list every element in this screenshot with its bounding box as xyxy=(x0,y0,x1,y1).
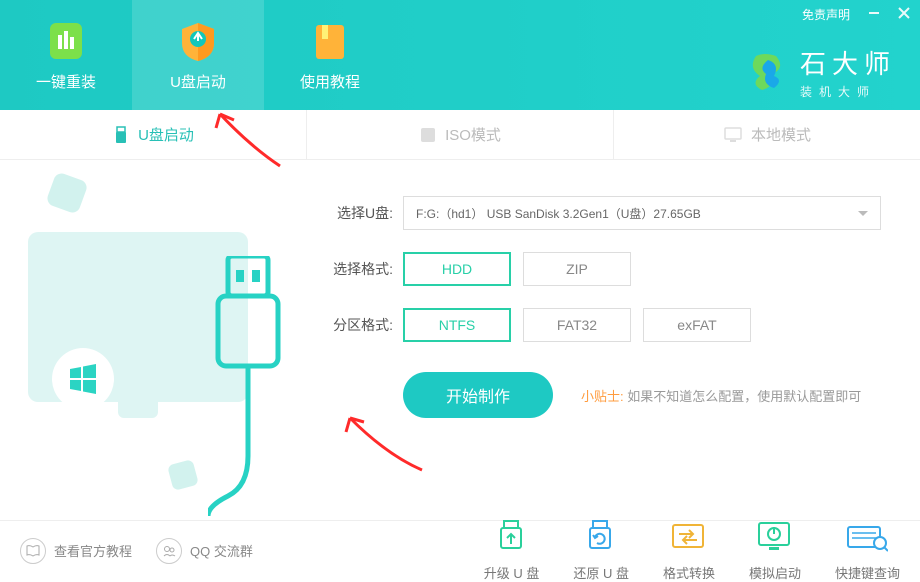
partition-label: 分区格式: xyxy=(315,315,393,335)
start-button[interactable]: 开始制作 xyxy=(403,372,553,418)
mode-tabs: U盘启动 ISO模式 本地模式 xyxy=(0,110,920,160)
tab-usb-boot[interactable]: U盘启动 xyxy=(0,110,307,159)
footer-tutorial-link[interactable]: 查看官方教程 xyxy=(20,538,132,564)
partition-option-fat32[interactable]: FAT32 xyxy=(523,308,631,342)
brand-logo-icon xyxy=(746,50,790,94)
tab-label: ISO模式 xyxy=(445,124,501,145)
minimize-icon[interactable] xyxy=(868,7,880,22)
iso-icon xyxy=(419,126,437,144)
illustration xyxy=(0,160,305,520)
tool-upgrade-usb[interactable]: 升级 U 盘 xyxy=(484,519,540,582)
tool-restore-usb[interactable]: 还原 U 盘 xyxy=(573,519,629,582)
usb-icon xyxy=(112,126,130,144)
nav-label: 一键重装 xyxy=(36,71,96,92)
tab-iso[interactable]: ISO模式 xyxy=(307,110,614,159)
tool-simulate-boot[interactable]: 模拟启动 xyxy=(749,519,801,582)
footer: 查看官方教程 QQ 交流群 升级 U 盘 还原 U 盘 格式转换 模拟启动 快捷… xyxy=(0,520,920,580)
footer-tools: 升级 U 盘 还原 U 盘 格式转换 模拟启动 快捷键查询 xyxy=(484,519,900,582)
disclaimer-link[interactable]: 免责声明 xyxy=(802,6,850,23)
window-controls: 免责声明 xyxy=(802,6,910,23)
usb-refresh-icon xyxy=(580,519,622,555)
config-form: 选择U盘: F:G:（hd1） USB SanDisk 3.2Gen1（U盘）2… xyxy=(305,160,920,520)
disk-select[interactable]: F:G:（hd1） USB SanDisk 3.2Gen1（U盘）27.65GB xyxy=(403,196,881,230)
tip: 小贴士: 如果不知道怎么配置，使用默认配置即可 xyxy=(581,386,861,405)
format-option-zip[interactable]: ZIP xyxy=(523,252,631,286)
shield-icon xyxy=(176,19,220,63)
app-header: 一键重装 U盘启动 使用教程 免责声明 石大师 装机大师 xyxy=(0,0,920,110)
main-content: 选择U盘: F:G:（hd1） USB SanDisk 3.2Gen1（U盘）2… xyxy=(0,160,920,520)
book-open-icon xyxy=(20,538,46,564)
group-icon xyxy=(156,538,182,564)
tab-local[interactable]: 本地模式 xyxy=(614,110,920,159)
footer-qq-link[interactable]: QQ 交流群 xyxy=(156,538,253,564)
convert-icon xyxy=(668,519,710,555)
usb-up-icon xyxy=(491,519,533,555)
tip-label: 小贴士: xyxy=(581,389,624,404)
format-option-hdd[interactable]: HDD xyxy=(403,252,511,286)
nav-usb-boot[interactable]: U盘启动 xyxy=(132,0,264,110)
tool-format-convert[interactable]: 格式转换 xyxy=(663,519,715,582)
tip-text: 如果不知道怎么配置，使用默认配置即可 xyxy=(627,389,861,404)
bars-icon xyxy=(44,19,88,63)
nav-label: 使用教程 xyxy=(300,71,360,92)
nav-reinstall[interactable]: 一键重装 xyxy=(0,0,132,110)
format-label: 选择格式: xyxy=(315,259,393,279)
close-icon[interactable] xyxy=(898,7,910,22)
keyboard-search-icon xyxy=(846,519,888,555)
partition-option-exfat[interactable]: exFAT xyxy=(643,308,751,342)
disk-label: 选择U盘: xyxy=(315,203,393,223)
partition-option-ntfs[interactable]: NTFS xyxy=(403,308,511,342)
tool-hotkey-lookup[interactable]: 快捷键查询 xyxy=(835,519,900,582)
nav-label: U盘启动 xyxy=(170,71,226,92)
usb-plug-icon xyxy=(208,256,288,516)
tab-label: 本地模式 xyxy=(751,124,811,145)
tab-label: U盘启动 xyxy=(138,124,194,145)
windows-icon xyxy=(52,348,114,410)
book-icon xyxy=(308,19,352,63)
brand: 石大师 装机大师 xyxy=(746,44,896,100)
brand-subtitle: 装机大师 xyxy=(800,83,896,100)
nav-tutorial[interactable]: 使用教程 xyxy=(264,0,396,110)
monitor-icon xyxy=(723,126,743,144)
power-monitor-icon xyxy=(754,519,796,555)
brand-title: 石大师 xyxy=(800,44,896,81)
